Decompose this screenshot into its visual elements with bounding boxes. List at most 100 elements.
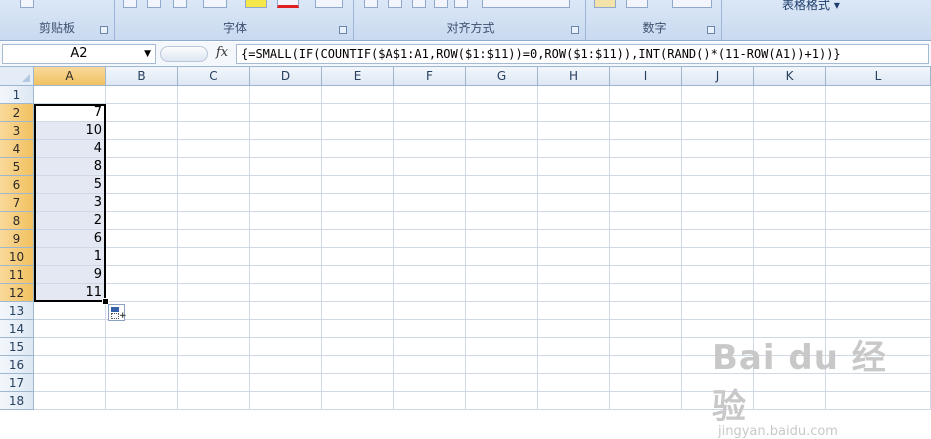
cell-i17[interactable]	[610, 374, 682, 392]
cell-h8[interactable]	[538, 212, 610, 230]
column-header-g[interactable]: G	[466, 67, 538, 86]
row-header-8[interactable]: 8	[0, 212, 34, 230]
cell-j4[interactable]	[682, 140, 754, 158]
select-all-button[interactable]	[0, 67, 34, 86]
row-header-1[interactable]: 1	[0, 86, 34, 104]
cell-g17[interactable]	[466, 374, 538, 392]
cell-b14[interactable]	[106, 320, 178, 338]
row-header-11[interactable]: 11	[0, 266, 34, 284]
cell-b9[interactable]	[106, 230, 178, 248]
cell-e8[interactable]	[322, 212, 394, 230]
cell-g8[interactable]	[466, 212, 538, 230]
cell-c4[interactable]	[178, 140, 250, 158]
cell-e17[interactable]	[322, 374, 394, 392]
cell-j3[interactable]	[682, 122, 754, 140]
cell-e13[interactable]	[322, 302, 394, 320]
cell-d4[interactable]	[250, 140, 322, 158]
cell-g14[interactable]	[466, 320, 538, 338]
cell-f14[interactable]	[394, 320, 466, 338]
cell-f7[interactable]	[394, 194, 466, 212]
column-header-j[interactable]: J	[682, 67, 754, 86]
cell-k3[interactable]	[754, 122, 826, 140]
decimal-button[interactable]	[672, 0, 712, 8]
cell-k2[interactable]	[754, 104, 826, 122]
column-header-l[interactable]: L	[826, 67, 931, 86]
cell-l4[interactable]	[826, 140, 931, 158]
align-left-button[interactable]	[364, 0, 378, 8]
cell-c13[interactable]	[178, 302, 250, 320]
number-launcher-icon[interactable]	[707, 26, 715, 34]
bold-button[interactable]	[123, 0, 137, 8]
cell-h7[interactable]	[538, 194, 610, 212]
row-header-9[interactable]: 9	[0, 230, 34, 248]
cell-d9[interactable]	[250, 230, 322, 248]
cell-h13[interactable]	[538, 302, 610, 320]
row-header-13[interactable]: 13	[0, 302, 34, 320]
cell-f9[interactable]	[394, 230, 466, 248]
chevron-down-icon[interactable]: ▼	[144, 45, 151, 63]
paste-arrow-button[interactable]	[20, 0, 34, 8]
alignment-launcher-icon[interactable]	[571, 26, 579, 34]
cell-c15[interactable]	[178, 338, 250, 356]
cell-l6[interactable]	[826, 176, 931, 194]
cell-i16[interactable]	[610, 356, 682, 374]
cell-h6[interactable]	[538, 176, 610, 194]
row-header-16[interactable]: 16	[0, 356, 34, 374]
cell-e1[interactable]	[322, 86, 394, 104]
cell-j2[interactable]	[682, 104, 754, 122]
align-center-button[interactable]	[388, 0, 402, 8]
cell-h5[interactable]	[538, 158, 610, 176]
cell-a15[interactable]	[34, 338, 106, 356]
cell-j11[interactable]	[682, 266, 754, 284]
cell-e11[interactable]	[322, 266, 394, 284]
cell-d17[interactable]	[250, 374, 322, 392]
cell-c10[interactable]	[178, 248, 250, 266]
cell-i8[interactable]	[610, 212, 682, 230]
cell-d12[interactable]	[250, 284, 322, 302]
cell-k1[interactable]	[754, 86, 826, 104]
cell-g16[interactable]	[466, 356, 538, 374]
cell-j12[interactable]	[682, 284, 754, 302]
cell-k17[interactable]	[754, 374, 826, 392]
cell-k9[interactable]	[754, 230, 826, 248]
cell-j14[interactable]	[682, 320, 754, 338]
cell-g7[interactable]	[466, 194, 538, 212]
cell-b6[interactable]	[106, 176, 178, 194]
cell-i12[interactable]	[610, 284, 682, 302]
cell-g10[interactable]	[466, 248, 538, 266]
cell-b12[interactable]	[106, 284, 178, 302]
cell-a8[interactable]: 2	[34, 212, 106, 230]
cell-a16[interactable]	[34, 356, 106, 374]
cell-c18[interactable]	[178, 392, 250, 410]
insert-function-icon[interactable]: fx	[216, 45, 228, 60]
cell-g12[interactable]	[466, 284, 538, 302]
cell-j13[interactable]	[682, 302, 754, 320]
cell-b5[interactable]	[106, 158, 178, 176]
cell-e18[interactable]	[322, 392, 394, 410]
cell-k16[interactable]	[754, 356, 826, 374]
cell-a12[interactable]: 11	[34, 284, 106, 302]
name-box[interactable]: A2 ▼	[2, 44, 156, 64]
border-button[interactable]	[203, 0, 227, 8]
cell-l8[interactable]	[826, 212, 931, 230]
cell-g1[interactable]	[466, 86, 538, 104]
cell-b15[interactable]	[106, 338, 178, 356]
row-header-4[interactable]: 4	[0, 140, 34, 158]
cell-a18[interactable]	[34, 392, 106, 410]
cell-g4[interactable]	[466, 140, 538, 158]
cell-k4[interactable]	[754, 140, 826, 158]
cell-g18[interactable]	[466, 392, 538, 410]
row-header-3[interactable]: 3	[0, 122, 34, 140]
cell-j17[interactable]	[682, 374, 754, 392]
cell-b4[interactable]	[106, 140, 178, 158]
cell-h1[interactable]	[538, 86, 610, 104]
cell-b17[interactable]	[106, 374, 178, 392]
cell-f6[interactable]	[394, 176, 466, 194]
cell-h10[interactable]	[538, 248, 610, 266]
font-color-button[interactable]	[277, 0, 299, 8]
cell-h16[interactable]	[538, 356, 610, 374]
cell-e10[interactable]	[322, 248, 394, 266]
row-header-7[interactable]: 7	[0, 194, 34, 212]
cell-i11[interactable]	[610, 266, 682, 284]
currency-button[interactable]	[594, 0, 616, 8]
